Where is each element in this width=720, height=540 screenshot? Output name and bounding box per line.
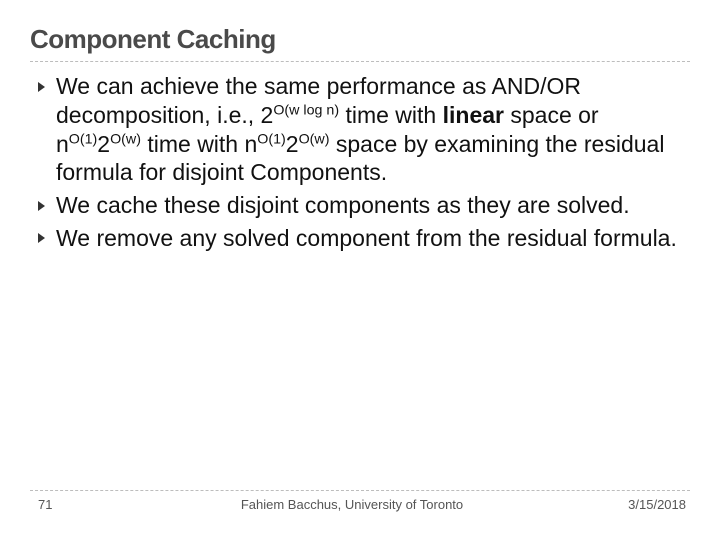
footer-author: Fahiem Bacchus, University of Toronto (128, 497, 576, 512)
footer-row: 71 Fahiem Bacchus, University of Toronto… (30, 497, 690, 512)
superscript: O(w) (110, 131, 141, 147)
page-number: 71 (30, 497, 128, 512)
bullet-item-1: We can achieve the same performance as A… (34, 72, 686, 187)
superscript: O(1) (69, 131, 98, 147)
footer-divider (30, 490, 690, 491)
text: 2 (97, 131, 110, 157)
slide-footer: 71 Fahiem Bacchus, University of Toronto… (30, 490, 690, 512)
bullet-list: We can achieve the same performance as A… (30, 72, 690, 253)
text: time with n (141, 131, 257, 157)
text: time with (339, 102, 443, 128)
bullet-item-2: We cache these disjoint components as th… (34, 191, 686, 220)
superscript: O(1) (257, 131, 286, 147)
superscript: O(w log n) (273, 102, 339, 118)
text-bold: linear (443, 102, 504, 128)
slide-title: Component Caching (30, 24, 690, 55)
bullet-item-3: We remove any solved component from the … (34, 224, 686, 253)
title-divider (30, 61, 690, 62)
slide: Component Caching We can achieve the sam… (0, 0, 720, 540)
superscript: O(w) (299, 131, 330, 147)
text: 2 (286, 131, 299, 157)
footer-date: 3/15/2018 (576, 497, 690, 512)
